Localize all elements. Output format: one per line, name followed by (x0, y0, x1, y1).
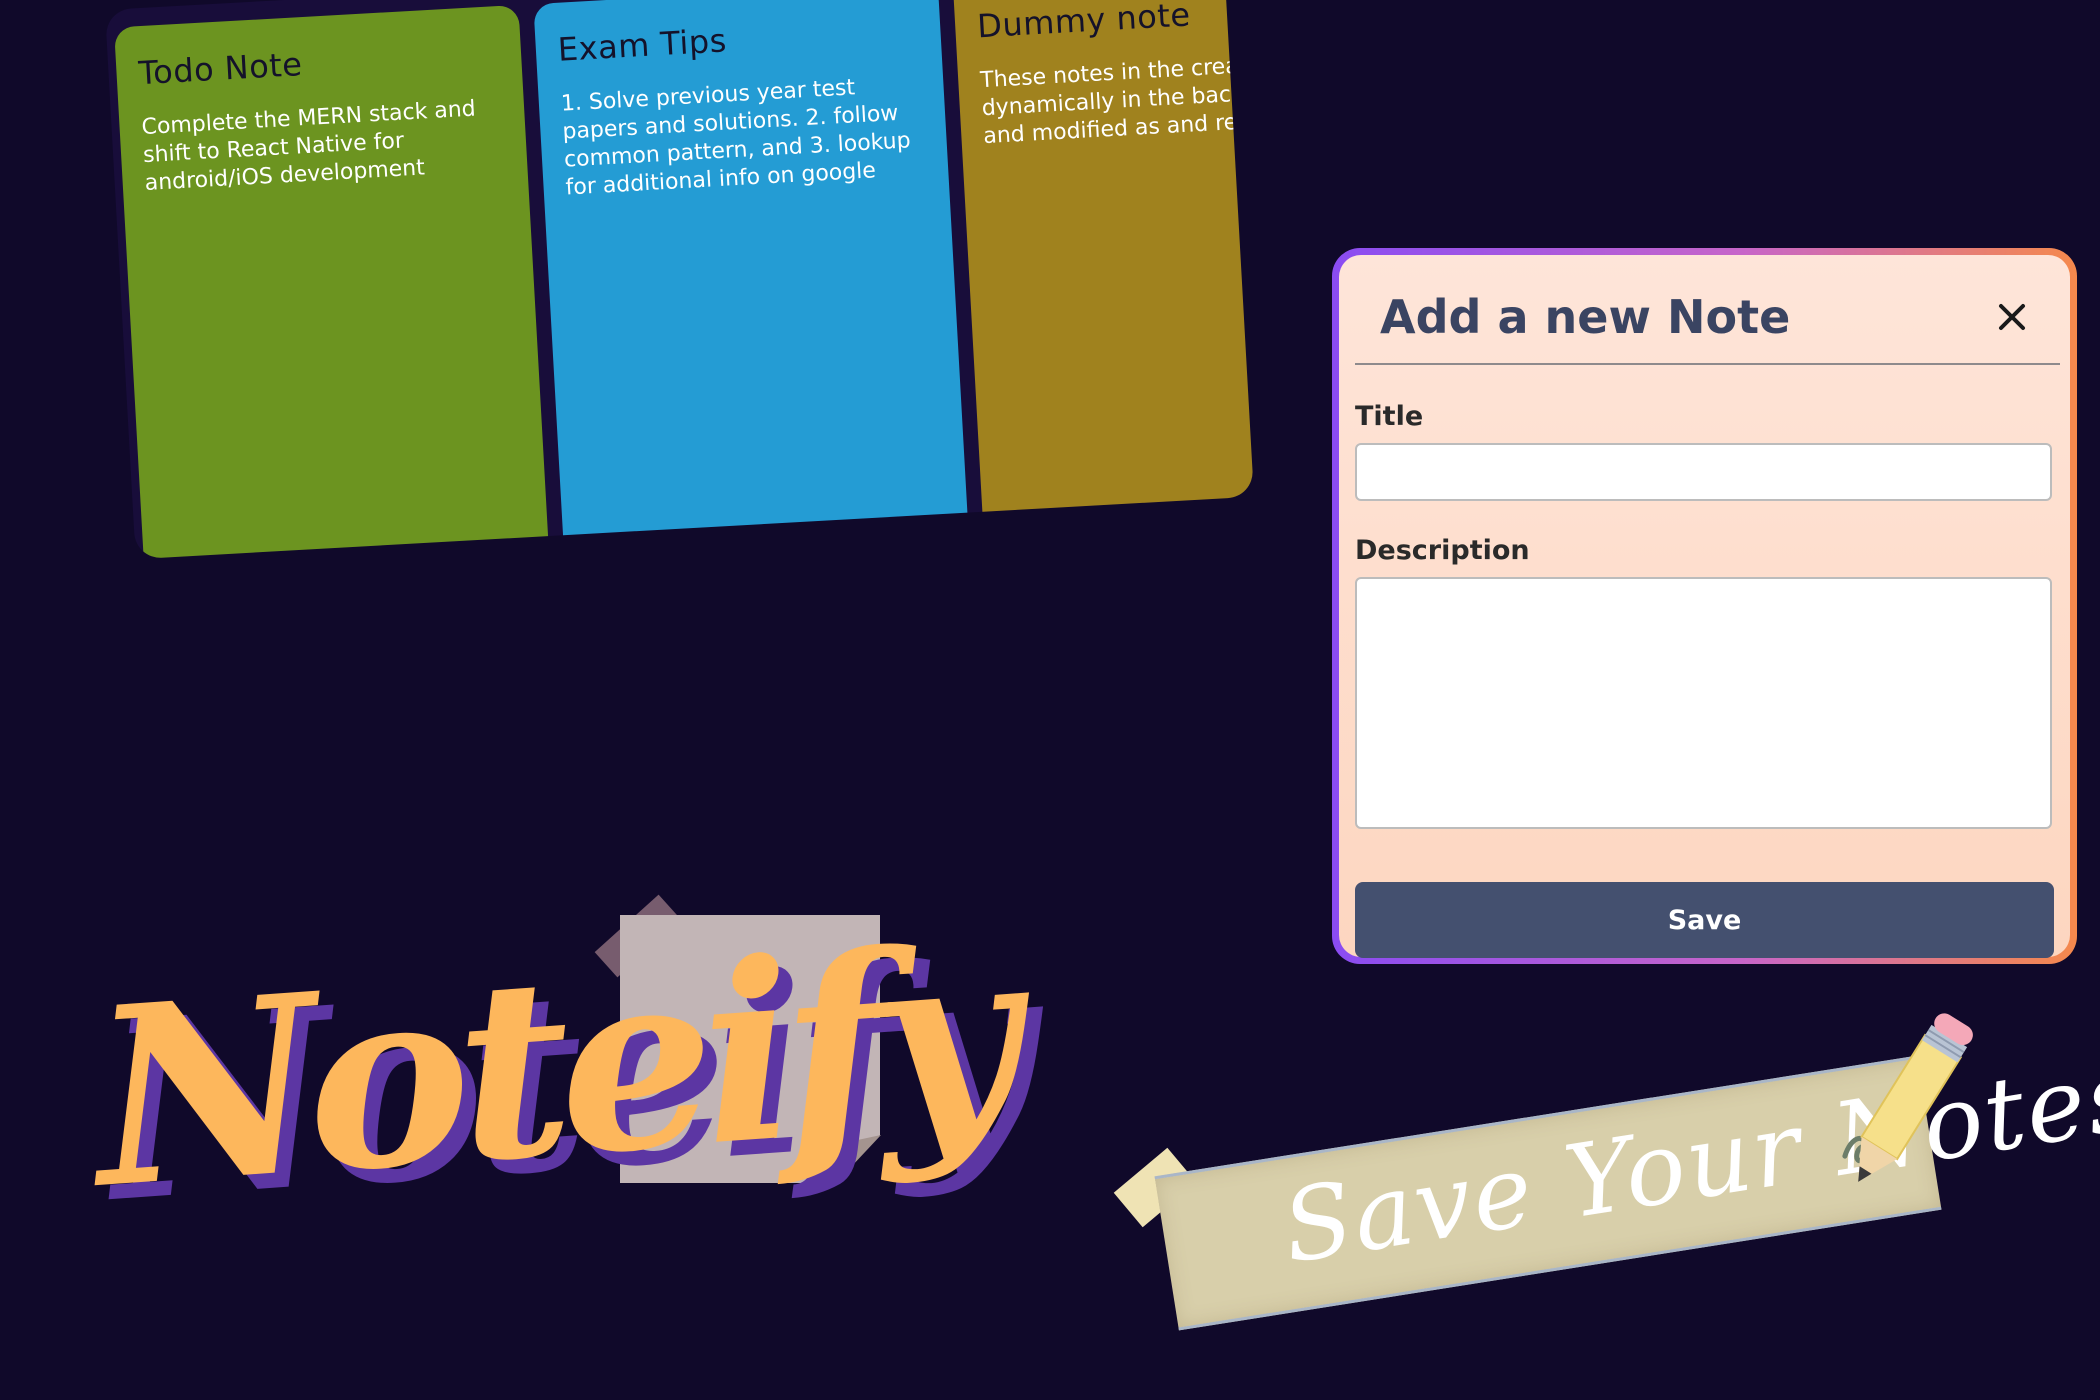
note-description: These notes in the created dynamically i… (979, 51, 1254, 150)
description-input[interactable] (1355, 577, 2052, 829)
save-button[interactable]: Save (1355, 882, 2054, 958)
note-card[interactable]: Dummy note These notes in the created dy… (952, 0, 1254, 535)
modal-divider (1355, 363, 2060, 365)
close-icon (1999, 304, 2025, 330)
note-description: Complete the MERN stack and shift to Rea… (140, 96, 477, 197)
description-label: Description (1355, 535, 1530, 566)
modal-title: Add a new Note (1380, 290, 1791, 344)
note-card[interactable]: Todo Note Complete the MERN stack and sh… (113, 4, 550, 560)
close-button[interactable] (1986, 291, 2038, 343)
note-title: Dummy note (976, 0, 1192, 46)
title-label: Title (1355, 401, 1424, 432)
notes-board: Todo Note Complete the MERN stack and sh… (105, 0, 1254, 560)
add-note-modal: Add a new Note Title Description Save (1332, 248, 2077, 964)
paper-banner: Save Your Notes (1154, 1035, 2100, 1331)
note-title: Exam Tips (556, 21, 728, 69)
save-your-notes-banner: Save Your Notes (1110, 1005, 2100, 1365)
pencil-icon (1858, 1013, 1973, 1182)
note-card[interactable]: Exam Tips 1. Solve previous year test pa… (533, 0, 969, 559)
modal-body: Add a new Note Title Description Save (1339, 255, 2070, 958)
noteify-logo: Noteify Noteify (85, 885, 1030, 1345)
note-title: Todo Note (137, 45, 304, 93)
title-input[interactable] (1355, 443, 2052, 501)
app-canvas: Todo Note Complete the MERN stack and sh… (0, 0, 2100, 1400)
note-description: 1. Solve previous year test papers and s… (560, 75, 912, 201)
